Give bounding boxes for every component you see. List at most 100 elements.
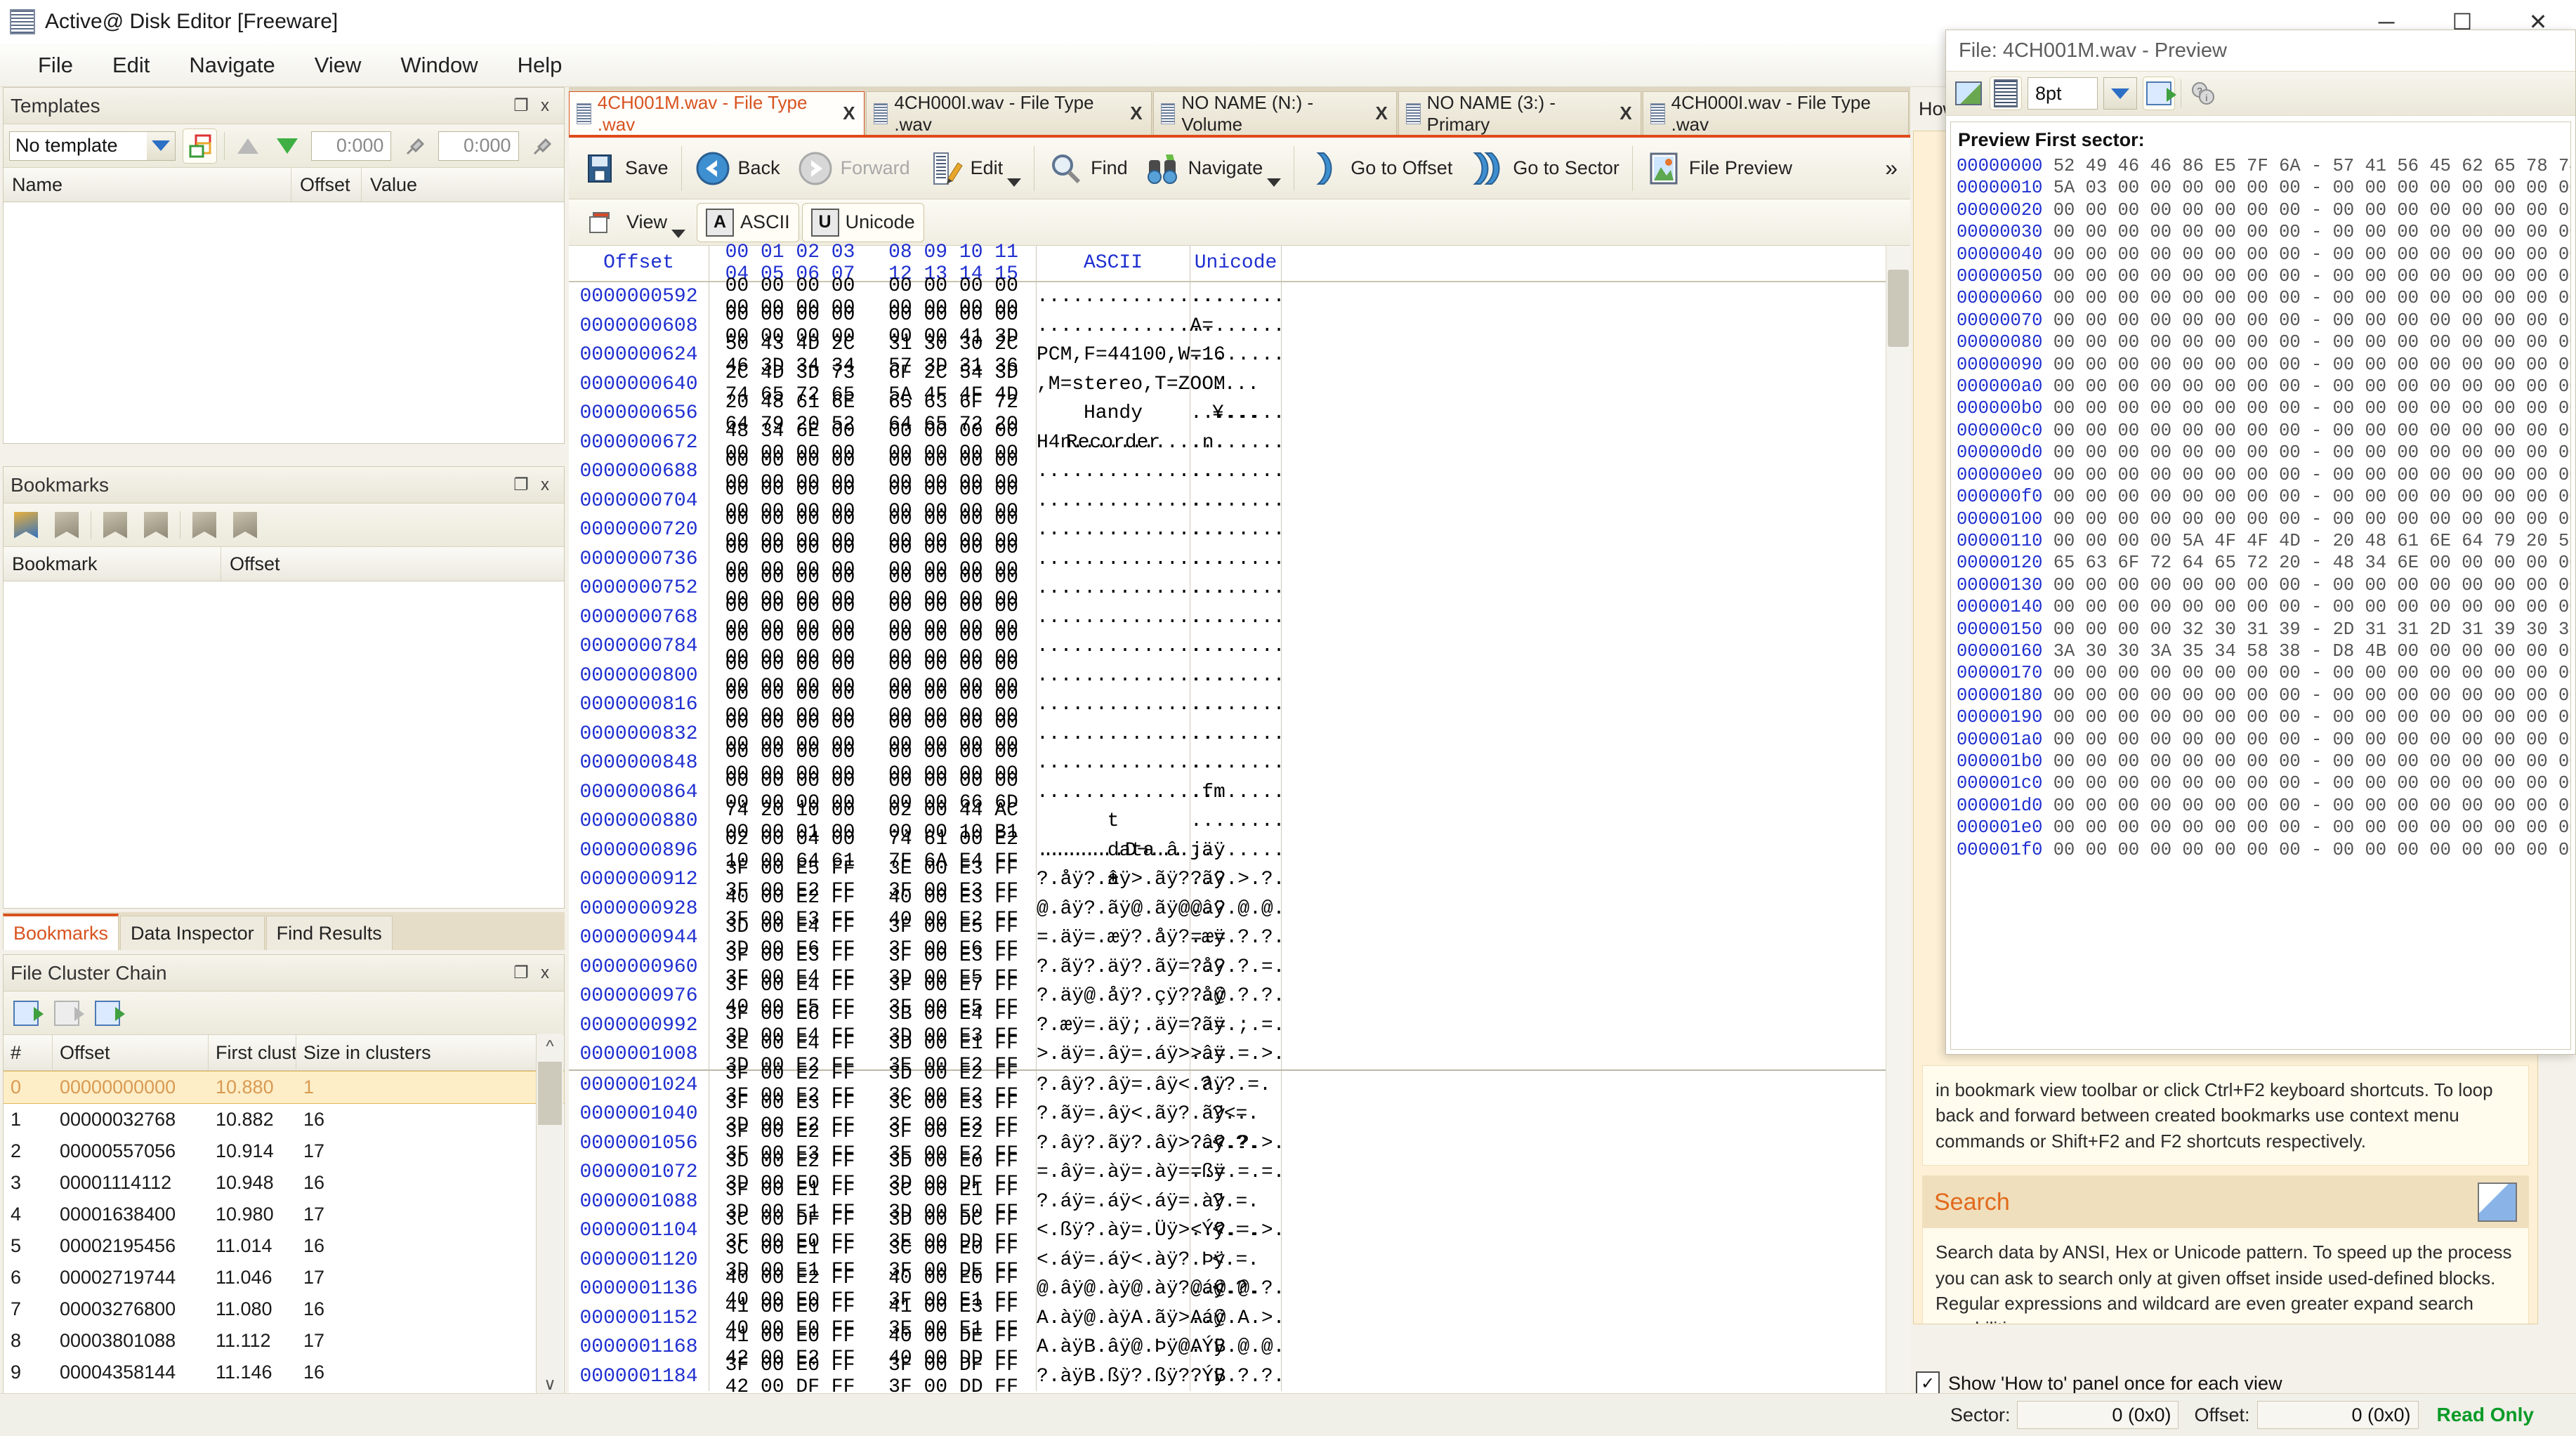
cluster-table-scrollbar[interactable]: ^ ∨: [536, 1034, 563, 1397]
close-tab-icon[interactable]: X: [1130, 103, 1142, 124]
preview-image-mode-button[interactable]: [1953, 77, 1984, 110]
toolbar-file-preview-button[interactable]: File Preview: [1637, 140, 1801, 197]
table-row[interactable]: 7 00003276800 11.080 16: [4, 1293, 564, 1325]
toolbar-back-button[interactable]: Back: [686, 140, 789, 197]
templates-restore-icon[interactable]: ❐: [509, 94, 533, 118]
offset-value[interactable]: 0 (0x0): [2256, 1401, 2419, 1429]
toolbar-save-button[interactable]: Save: [573, 140, 677, 197]
goto-cluster-icon[interactable]: [9, 996, 44, 1030]
pin-icon-1[interactable]: [398, 129, 431, 163]
toolbar-forward-button[interactable]: Forward: [789, 140, 919, 197]
table-row[interactable]: 6 00002719744 11.046 17: [4, 1262, 564, 1293]
template-select[interactable]: No template: [9, 131, 176, 161]
preview-line-bytes: 00 00 00 00 00 00 00 00 - 00 00 00 00 00…: [2053, 310, 2571, 331]
tab-bookmarks[interactable]: Bookmarks: [3, 914, 119, 950]
cluster-row-size: 16: [303, 1109, 325, 1130]
apply-template-button[interactable]: [183, 128, 217, 164]
document-tab[interactable]: NO NAME (3:) - Primary X: [1398, 91, 1641, 135]
hex-row-ascii: ?.äÿ@.åÿ?.çÿ?.åÿ: [1036, 982, 1225, 1011]
cluster-close-icon[interactable]: x: [533, 961, 557, 985]
cluster-table-body: 0 00000000000 10.880 1 1 00000032768 10.882 16 2…: [4, 1071, 564, 1435]
preview-hex-line: 00000020 00 00 00 00 00 00 00 00 - 00 00…: [1957, 199, 2570, 221]
prev-cluster-icon[interactable]: [50, 996, 84, 1030]
close-tab-icon[interactable]: X: [1619, 103, 1631, 124]
toolbar-go-to-offset-button[interactable]: Go to Offset: [1299, 140, 1461, 197]
cluster-row-offset: 00002719744: [60, 1267, 176, 1288]
toolbar-overflow-button[interactable]: »: [1877, 140, 1906, 197]
tab-data-inspector[interactable]: Data Inspector: [120, 916, 265, 950]
preview-hex-line: 00000180 00 00 00 00 00 00 00 00 - 00 00…: [1957, 685, 2570, 706]
next-cluster-icon[interactable]: [91, 996, 125, 1030]
tab-find-results[interactable]: Find Results: [265, 916, 393, 950]
hex-row-unicode: ........: [1190, 749, 1284, 778]
toolbar-go-to-sector-button[interactable]: Go to Sector: [1461, 140, 1628, 197]
hex-row-unicode: ?.=.;.=.: [1190, 1010, 1284, 1040]
template-offset-1[interactable]: 0:000: [310, 131, 392, 161]
chevron-down-icon[interactable]: [1007, 178, 1022, 187]
cluster-row-first-cluster: 11.046: [216, 1267, 272, 1288]
document-tab[interactable]: 4CH001M.wav - File Type .wav X: [569, 91, 865, 135]
remove-bookmark-icon[interactable]: [50, 508, 84, 542]
show-howto-checkbox-row[interactable]: ✓ Show 'How to' panel once for each view: [1916, 1371, 2282, 1395]
unicode-toggle[interactable]: U Unicode: [801, 202, 924, 242]
toolbar-navigate-button[interactable]: Navigate: [1136, 140, 1290, 197]
prev-bookmark-icon[interactable]: [98, 508, 132, 542]
preview-hex-line: 000000e0 00 00 00 00 00 00 00 00 - 00 00…: [1957, 464, 2570, 486]
table-row[interactable]: 1 00000032768 10.882 16: [4, 1104, 564, 1135]
document-tab[interactable]: 4CH000I.wav - File Type .wav: [1642, 91, 1910, 135]
close-tab-icon[interactable]: X: [1376, 103, 1388, 124]
menu-navigate[interactable]: Navigate: [169, 47, 294, 84]
table-row[interactable]: 9 00004358144 11.146 16: [4, 1357, 564, 1388]
chevron-down-icon[interactable]: [147, 131, 176, 160]
preview-line-bytes: 00 00 00 00 00 00 00 00 - 00 00 00 00 00…: [2053, 795, 2571, 816]
hex-row[interactable]: 0000001184 3F 00 E0 FF 42 00 DF FF 3F 00 D…: [569, 1355, 1910, 1398]
templates-close-icon[interactable]: x: [533, 94, 557, 118]
sector-value[interactable]: 0 (0x0): [2017, 1401, 2179, 1429]
chevron-down-icon[interactable]: [1267, 178, 1282, 187]
clear-bookmarks-icon[interactable]: [188, 508, 221, 542]
next-bookmark-icon[interactable]: [139, 508, 173, 542]
document-tab-label: NO NAME (3:) - Primary: [1426, 91, 1556, 135]
scroll-up-icon[interactable]: ^: [537, 1034, 563, 1060]
cluster-row-size: 16: [303, 1298, 325, 1319]
preview-font-size-select[interactable]: 8pt: [2028, 77, 2098, 110]
table-row[interactable]: 3 00001114112 10.948 16: [4, 1167, 564, 1199]
toolbar-edit-button[interactable]: Edit: [919, 140, 1030, 197]
preview-hex-mode-button[interactable]: [1990, 77, 2022, 110]
menu-window[interactable]: Window: [381, 47, 497, 84]
chevron-down-icon[interactable]: [2103, 77, 2137, 110]
howto-search-header: Search: [1923, 1176, 2528, 1229]
template-prev-button[interactable]: [232, 129, 264, 163]
cluster-restore-icon[interactable]: ❐: [509, 961, 533, 985]
menu-help[interactable]: Help: [498, 47, 582, 84]
template-offset-2[interactable]: 0:000: [438, 131, 519, 161]
pin-icon-2[interactable]: [526, 129, 558, 163]
ascii-toggle[interactable]: A ASCII: [697, 202, 799, 242]
cluster-row-size: 16: [303, 1362, 325, 1383]
menu-edit[interactable]: Edit: [93, 47, 169, 84]
preview-export-button[interactable]: [2143, 77, 2176, 110]
table-row[interactable]: 2 00000557056 10.914 17: [4, 1135, 564, 1167]
bookmarks-close-icon[interactable]: x: [533, 473, 557, 497]
table-row[interactable]: 5 00002195456 11.014 16: [4, 1230, 564, 1262]
document-tab[interactable]: 4CH000I.wav - File Type .wav X: [865, 91, 1152, 135]
copy-bookmarks-icon[interactable]: [228, 508, 262, 542]
template-next-button[interactable]: [271, 129, 303, 163]
table-row[interactable]: 4 00001638400 10.980 17: [4, 1199, 564, 1230]
close-tab-icon[interactable]: X: [843, 103, 855, 124]
table-row[interactable]: 8 00003801088 11.112 17: [4, 1325, 564, 1357]
add-bookmark-icon[interactable]: [9, 508, 43, 542]
table-row[interactable]: 0 00000000000 10.880 1: [4, 1071, 564, 1104]
show-howto-checkbox[interactable]: ✓: [1916, 1371, 1940, 1395]
menu-view[interactable]: View: [295, 47, 381, 84]
menu-file[interactable]: File: [18, 47, 93, 84]
preview-line-bytes: 65 63 6F 72 64 65 72 20 - 48 34 6E 00 00…: [2053, 553, 2571, 574]
hex-scrollbar[interactable]: [1886, 246, 1910, 1434]
cluster-row-offset: 00000557056: [60, 1140, 176, 1161]
view-menu-button[interactable]: View: [574, 202, 694, 244]
document-tab[interactable]: NO NAME (N:) - Volume X: [1152, 91, 1397, 135]
bookmarks-restore-icon[interactable]: ❐: [509, 473, 533, 497]
toolbar-find-button[interactable]: Find: [1039, 140, 1136, 197]
preview-help-button[interactable]: ? i: [2187, 77, 2218, 110]
preview-hex-line: 00000160 3A 30 30 3A 35 34 58 38 - D8 4B…: [1957, 640, 2570, 662]
